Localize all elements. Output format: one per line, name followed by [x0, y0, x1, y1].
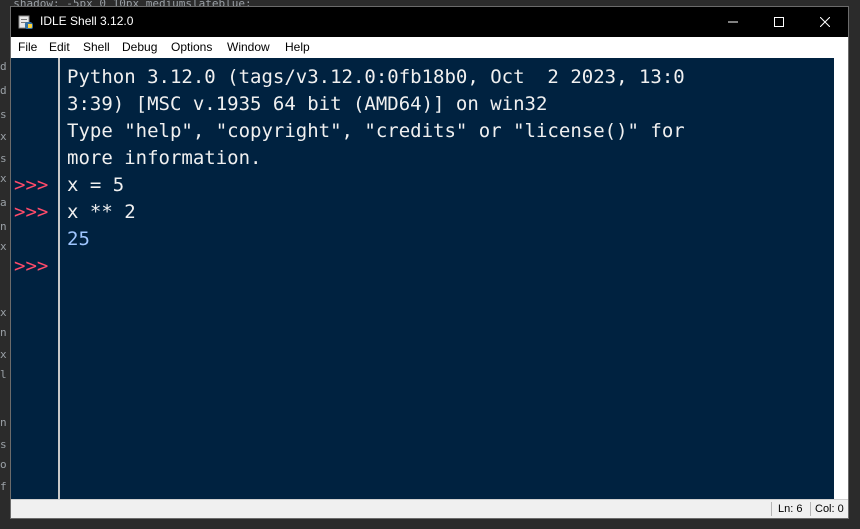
shell-area[interactable]: >>> >>> >>> Python 3.12.0 (tags/v3.12.0:… [11, 58, 848, 499]
shell-prompt: >>> [14, 201, 49, 223]
status-line-number: Ln: 6 [778, 503, 803, 515]
menu-shell[interactable]: Shell [81, 40, 112, 54]
shell-prompt: >>> [14, 255, 49, 277]
menu-options[interactable]: Options [169, 40, 214, 54]
shell-line: Type "help", "copyright", "credits" or "… [67, 120, 685, 142]
shell-input-line: x = 5 [67, 174, 125, 196]
prompt-sidebar: >>> >>> >>> [11, 58, 60, 499]
background-editor-bottom [0, 518, 860, 529]
shell-line: Python 3.12.0 (tags/v3.12.0:0fb18b0, Oct… [67, 66, 685, 88]
vertical-scrollbar[interactable] [834, 58, 848, 499]
close-button[interactable] [802, 7, 848, 37]
menu-debug[interactable]: Debug [120, 40, 159, 54]
window-title: IDLE Shell 3.12.0 [40, 14, 134, 28]
minimize-icon [728, 21, 738, 23]
menu-help[interactable]: Help [283, 40, 312, 54]
menu-edit[interactable]: Edit [47, 40, 72, 54]
idle-shell-window: IDLE Shell 3.12.0 File Edit Shell Debug … [10, 6, 849, 519]
status-bar: Ln: 6 Col: 0 [11, 500, 848, 518]
shell-output-line: 25 [67, 228, 90, 250]
shell-line: 3:39) [MSC v.1935 64 bit (AMD64)] on win… [67, 93, 548, 115]
maximize-icon [774, 17, 784, 27]
maximize-button[interactable] [756, 7, 802, 37]
shell-line: more information. [67, 147, 262, 169]
minimize-button[interactable] [710, 7, 756, 37]
shell-text[interactable]: Python 3.12.0 (tags/v3.12.0:0fb18b0, Oct… [67, 58, 829, 499]
shell-prompt: >>> [14, 174, 49, 196]
title-bar[interactable]: IDLE Shell 3.12.0 [11, 7, 848, 37]
menu-bar: File Edit Shell Debug Options Window Hel… [11, 37, 848, 58]
status-separator [810, 502, 811, 516]
idle-app-icon[interactable] [18, 14, 34, 30]
status-column-number: Col: 0 [815, 503, 844, 515]
status-separator [771, 502, 772, 516]
menu-window[interactable]: Window [225, 40, 272, 54]
close-icon [820, 17, 830, 27]
shell-input-line: x ** 2 [67, 201, 136, 223]
menu-file[interactable]: File [16, 40, 39, 54]
